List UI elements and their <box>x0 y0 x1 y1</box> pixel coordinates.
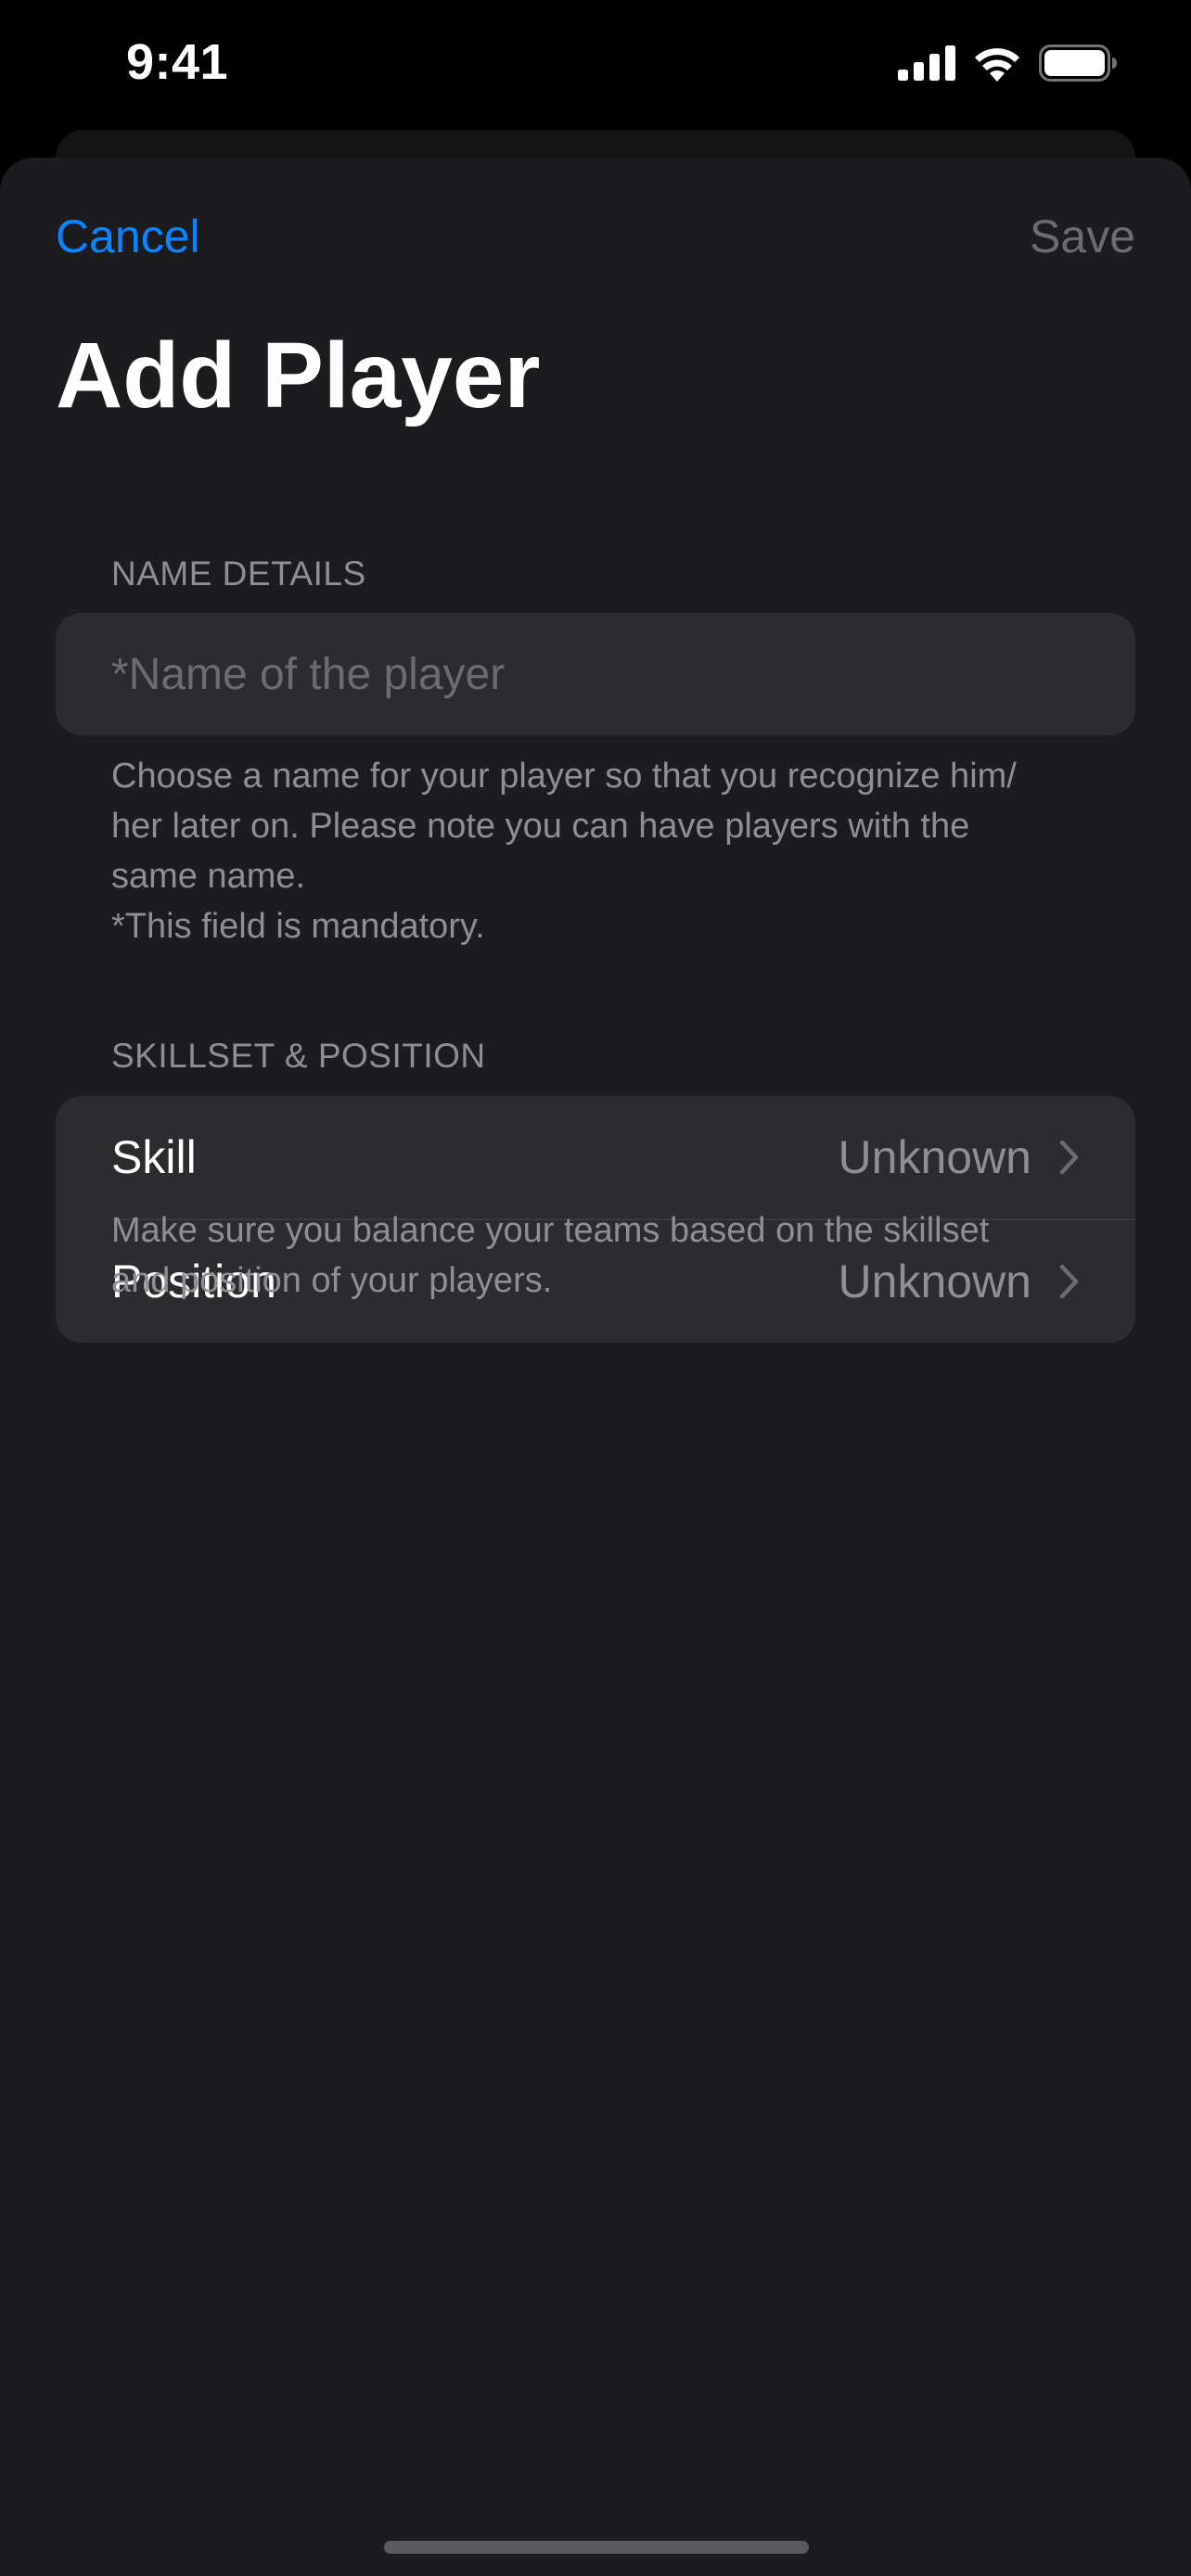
skill-label: Skill <box>111 1131 197 1183</box>
mandatory-note: *This field is mandatory. <box>111 907 485 946</box>
status-icons <box>898 45 1117 86</box>
page-title: Add Player <box>56 324 541 427</box>
name-footer-line: Choose a name for your player so that yo… <box>111 757 1017 796</box>
add-player-sheet: Cancel Save Add Player NAME DETAILS Choo… <box>0 158 1191 2576</box>
player-name-input[interactable] <box>56 613 1135 735</box>
save-button[interactable]: Save <box>1030 210 1135 263</box>
skillset-footer-line: and position of your players. <box>111 1261 553 1300</box>
name-footer: Choose a name for your player so that yo… <box>111 751 1095 951</box>
name-footer-line: her later on. Please note you can have p… <box>111 807 970 846</box>
battery-icon <box>1039 45 1117 86</box>
screen: 9:41 Cancel Save Add Player NAME DETAILS… <box>0 0 1191 2576</box>
skillset-footer-line: Make sure you balance your teams based o… <box>111 1211 990 1250</box>
home-indicator[interactable] <box>384 2541 809 2554</box>
chevron-right-icon <box>1059 1140 1080 1175</box>
skill-value: Unknown <box>838 1131 1031 1183</box>
skillset-position-header: SKILLSET & POSITION <box>111 1037 486 1075</box>
name-card <box>56 613 1135 735</box>
cancel-button[interactable]: Cancel <box>56 210 200 263</box>
name-details-header: NAME DETAILS <box>111 555 366 593</box>
name-footer-line: same name. <box>111 857 306 896</box>
wifi-icon <box>972 45 1022 86</box>
status-bar: 9:41 <box>0 0 1191 130</box>
status-time: 9:41 <box>126 34 229 90</box>
cellular-signal-icon <box>898 45 955 85</box>
skillset-footer: Make sure you balance your teams based o… <box>111 1205 1095 1306</box>
skill-row[interactable]: Skill Unknown <box>56 1096 1135 1218</box>
